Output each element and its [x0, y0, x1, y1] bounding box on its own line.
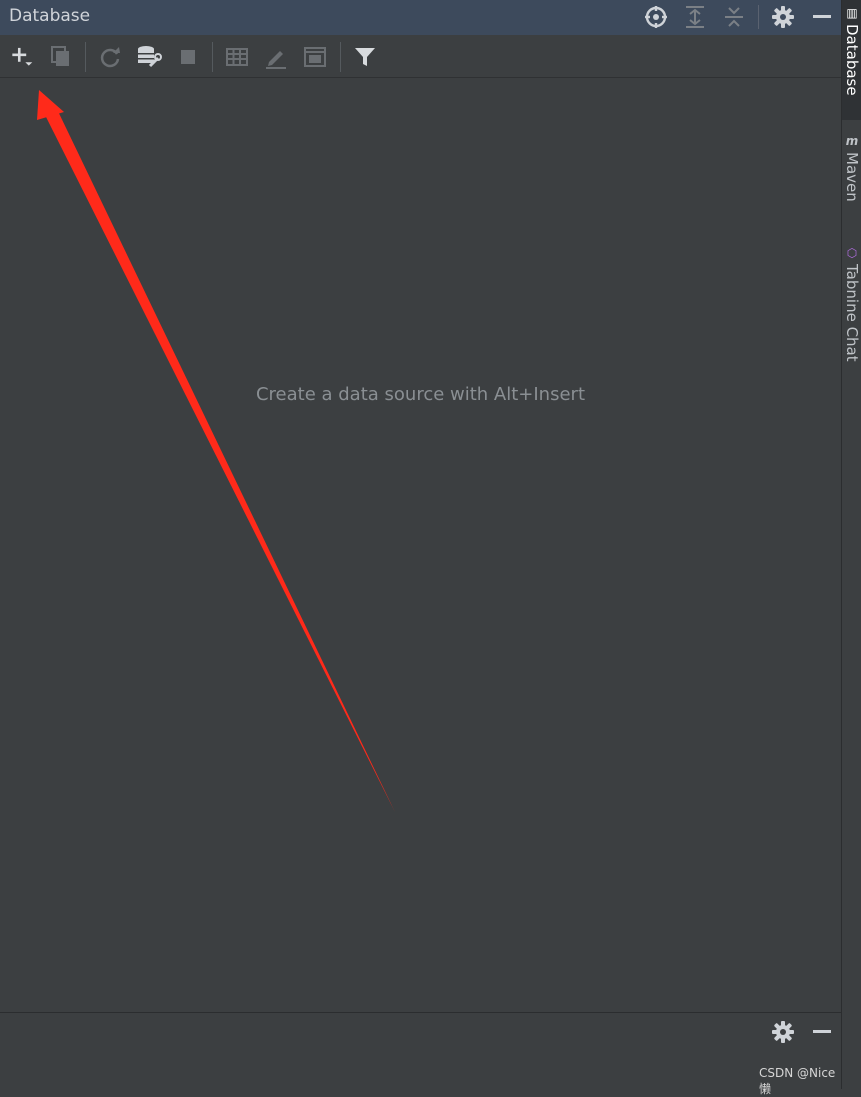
tab-label: Database — [843, 24, 861, 96]
watermark: CSDN @Nice懒 — [759, 1066, 836, 1096]
tab-label: Tabnine Chat — [843, 264, 861, 362]
tab-tabnine-chat[interactable]: ⬡ Tabnine Chat — [842, 246, 861, 386]
gear-icon[interactable] — [770, 1019, 796, 1045]
bottom-panel: CSDN @Nice懒 — [0, 1012, 841, 1096]
annotation-arrow — [37, 90, 395, 812]
tabnine-icon: ⬡ — [846, 246, 858, 260]
tool-window-strip: ▥ Database m Maven ⬡ Tabnine Chat — [841, 0, 861, 1089]
tab-maven[interactable]: m Maven — [842, 134, 861, 224]
maven-icon: m — [845, 134, 859, 148]
database-icon: ▥ — [846, 6, 858, 20]
tab-label: Maven — [843, 152, 861, 202]
tab-database[interactable]: ▥ Database — [842, 0, 861, 120]
minimize-icon[interactable] — [809, 1019, 835, 1045]
